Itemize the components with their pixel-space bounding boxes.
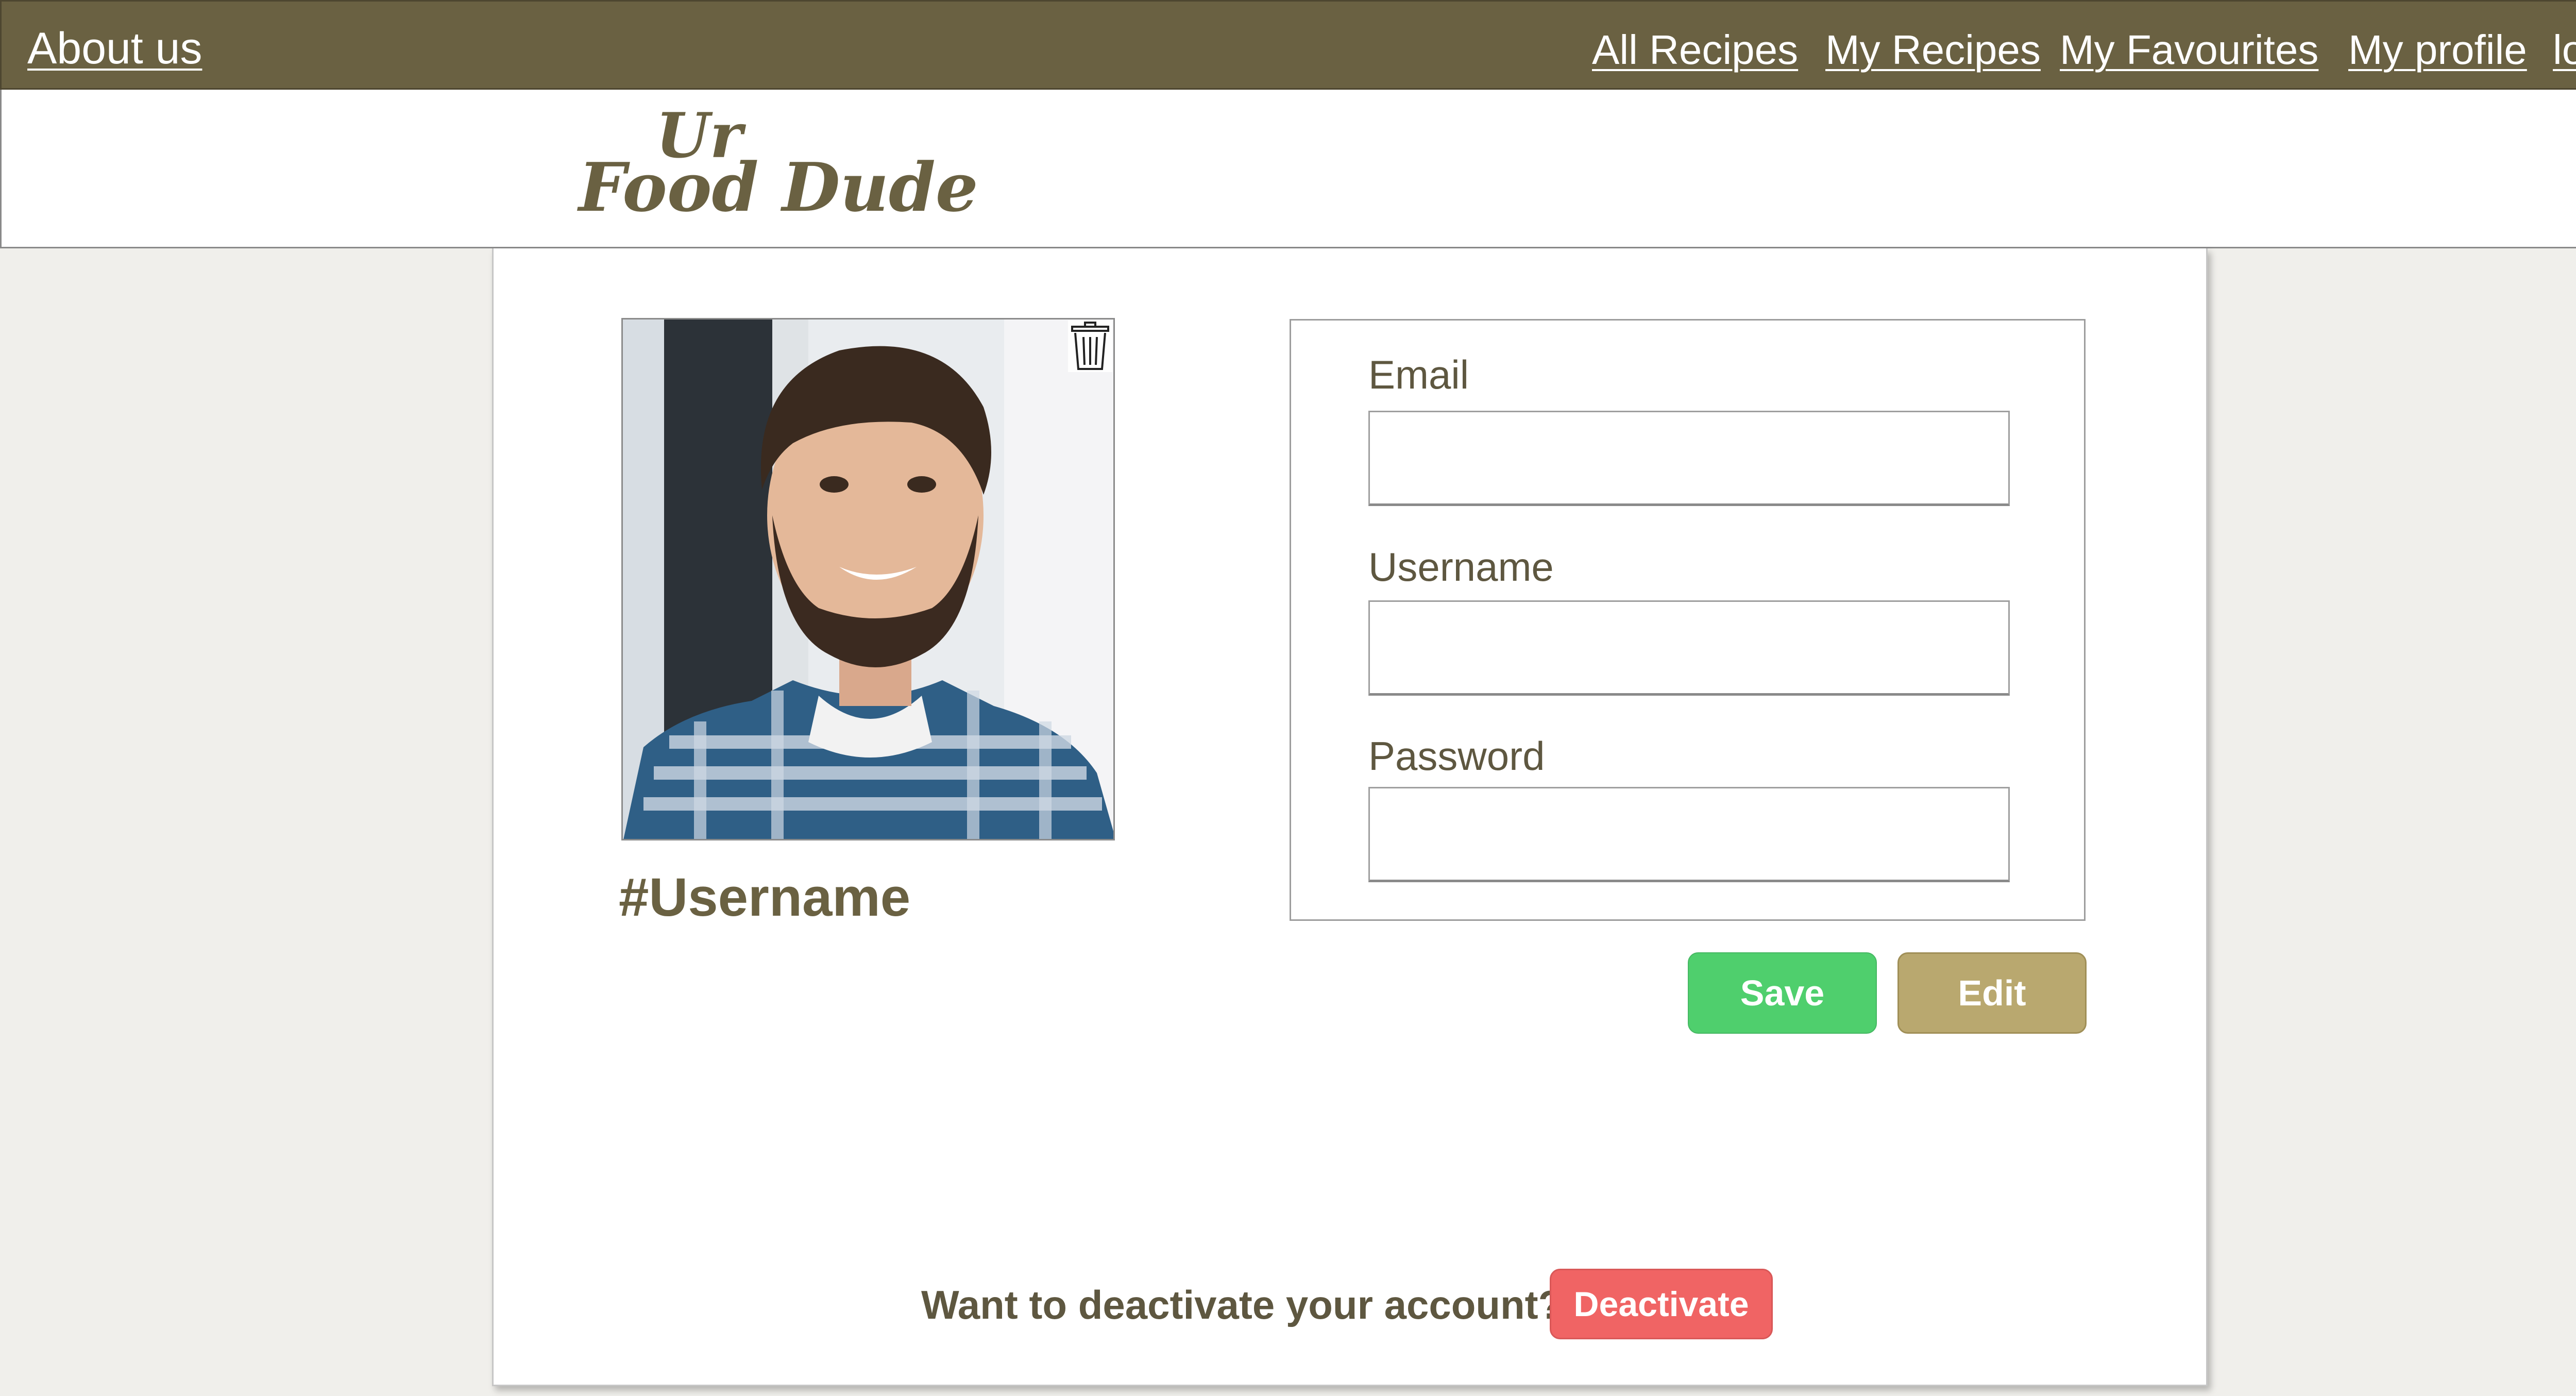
nav-my-profile-link[interactable]: My profile [2348, 26, 2527, 74]
logo-line-2: Food Dude [579, 148, 978, 227]
save-button[interactable]: Save [1688, 952, 1877, 1034]
username-field[interactable] [1368, 600, 2010, 696]
account-form: Email Username Password [1290, 319, 2086, 921]
top-nav-bar: About us All Recipes My Recipes My Favou… [0, 0, 2576, 90]
email-field[interactable] [1368, 411, 2010, 506]
password-field[interactable] [1368, 787, 2010, 882]
nav-my-favourites-link[interactable]: My Favourites [2060, 26, 2318, 74]
avatar-portrait [623, 319, 1113, 839]
nav-my-recipes-link[interactable]: My Recipes [1825, 26, 2041, 74]
profile-photo [621, 318, 1115, 840]
profile-card: #Username Email Username Password Save E… [492, 248, 2208, 1386]
site-logo[interactable]: Ur Food Dude [579, 105, 978, 234]
logo-header: Ur Food Dude [0, 90, 2576, 248]
email-label: Email [1368, 352, 1469, 397]
deactivate-button[interactable]: Deactivate [1550, 1269, 1773, 1339]
delete-photo-icon[interactable] [1067, 319, 1113, 373]
nav-all-recipes-link[interactable]: All Recipes [1592, 26, 1798, 74]
edit-button[interactable]: Edit [1897, 952, 2087, 1034]
password-label: Password [1368, 733, 1545, 779]
nav-logout-link[interactable]: log out [2553, 26, 2576, 74]
profile-username-heading: #Username [619, 867, 911, 928]
deactivate-prompt: Want to deactivate your account? [921, 1282, 1563, 1327]
username-label: Username [1368, 544, 1554, 590]
nav-about-us-link[interactable]: About us [27, 23, 202, 74]
